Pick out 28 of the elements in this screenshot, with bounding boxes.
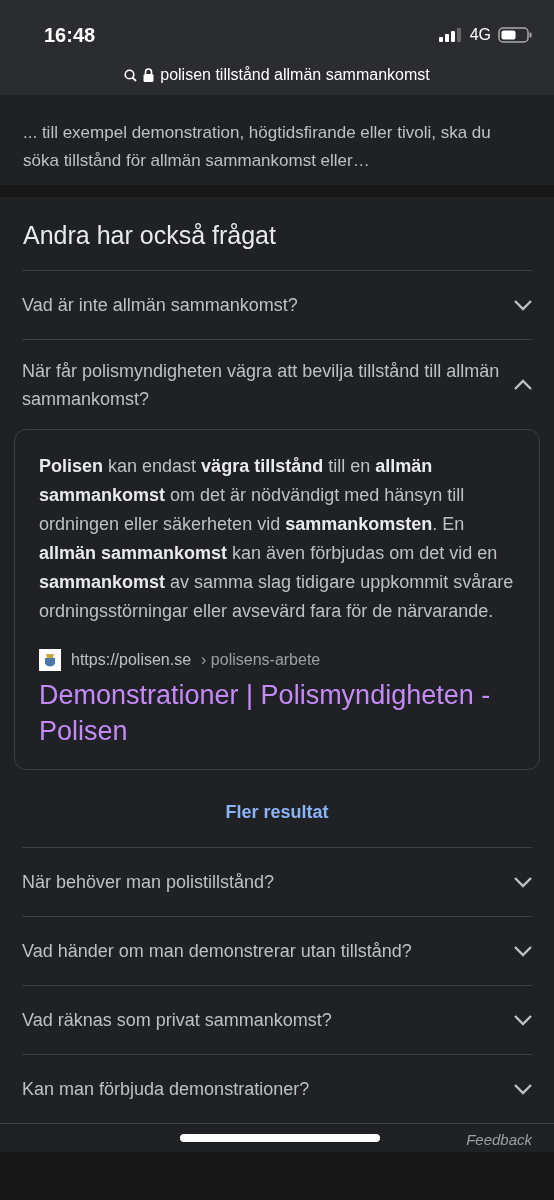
- answer-text: Polisen kan endast vägra tillstånd till en allmän sammankomst om det är nödvändigt med hänsyn till ordningen eller säkerheten vid sammankomsten. En allmän sammankomst kan även förbjudas om det vid en sammankomst av samma slag tidigare uppkommit svårare ordningsstörningar eller avsevärd fara för de närvarande.: [39, 455, 515, 623]
- chevron-down-icon: [514, 299, 532, 311]
- chevron-down-icon: [514, 945, 532, 957]
- signal-icon: [438, 28, 463, 42]
- section-heading: Andra har också frågat: [22, 220, 277, 251]
- question-item[interactable]: Vad räknas som privat sammankomst?: [22, 985, 532, 1054]
- address-query[interactable]: polisen tillstånd allmän sammankomst: [160, 66, 430, 84]
- home-indicator[interactable]: [180, 1134, 380, 1142]
- network-type: 4G: [469, 26, 491, 44]
- battery-icon: [498, 27, 532, 43]
- question-item[interactable]: När får polismyndigheten vägra att bevilja tillstånd till allmän sammankomst?: [22, 339, 532, 429]
- source-url: https://polisen.se: [71, 651, 192, 669]
- question-item[interactable]: När behöver man polistillstånd?: [22, 847, 532, 916]
- more-results-link[interactable]: Fler resultat: [219, 796, 335, 829]
- question-item[interactable]: Vad händer om man demonstrerar utan tillstånd?: [22, 916, 532, 985]
- source-path: › polisens-arbete: [201, 651, 321, 669]
- chevron-down-icon: [514, 876, 532, 888]
- lock-icon: [143, 68, 155, 82]
- crest-icon: [39, 649, 61, 671]
- result-title-link[interactable]: Demonstrationer | Polismyndigheten - Polisen: [39, 677, 515, 749]
- question-item[interactable]: Vad är inte allmän sammankomst?: [22, 270, 532, 339]
- search-icon: [124, 68, 138, 82]
- chevron-down-icon: [514, 1014, 532, 1026]
- feedback-link[interactable]: Feedback: [466, 1131, 532, 1148]
- chevron-up-icon: [514, 379, 532, 390]
- chevron-down-icon: [514, 1083, 532, 1095]
- clock: 16:48: [44, 23, 96, 47]
- result-snippet: ... till exempel demonstration, högtidsfirande eller tivoli, ska du söka tillstånd för allmän sammankomst eller…: [23, 122, 492, 172]
